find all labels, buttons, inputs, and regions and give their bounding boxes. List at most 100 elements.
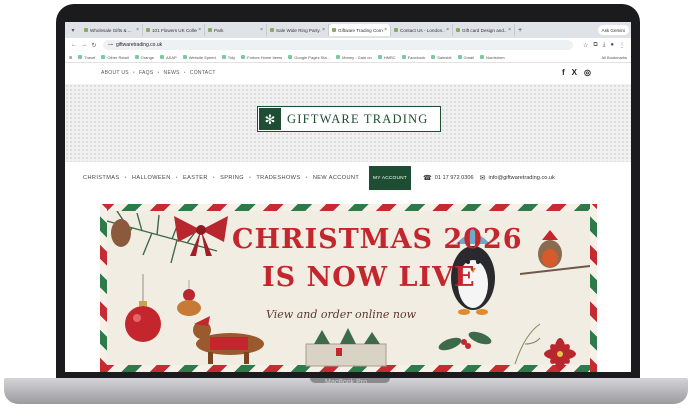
bookmark-item[interactable]: Money - Gain on (336, 55, 372, 60)
bookmark-favicon-icon (182, 55, 187, 59)
close-tab-icon[interactable]: × (136, 27, 139, 33)
tab-label: Gift card Design and... (462, 27, 508, 33)
top-link[interactable]: FAQS (139, 70, 154, 76)
bookmark-item[interactable]: Orange (134, 55, 154, 60)
main-nav: CHRISTMAS • HALLOWEEN • EASTER • SPRING • TRADES… (83, 175, 359, 181)
bookmark-item[interactable]: Forbes Home Items (241, 55, 282, 60)
browser-tab[interactable]: Wholesale Gifts & ... × (81, 24, 143, 36)
bookmark-favicon-icon (479, 55, 484, 59)
nav-item[interactable]: TRADESHOWS (256, 175, 300, 181)
browser-tab[interactable]: Giftware Trading Com × (329, 24, 391, 36)
bookmark-favicon-icon (160, 55, 165, 59)
nav-item[interactable]: SPRING (220, 175, 244, 181)
close-tab-icon[interactable]: × (322, 27, 325, 33)
bookmark-item[interactable]: Other Retail (101, 55, 129, 60)
tab-label: Wholesale Gifts & ... (90, 27, 132, 33)
logo-text: GIFTWARE TRADING (287, 111, 429, 126)
christmas-banner[interactable]: CHRISTMAS 2026 IS NOW LIVE View and orde… (100, 204, 597, 372)
separator: • (249, 175, 252, 181)
phone-number[interactable]: 01 17 972 0306 (435, 175, 474, 181)
tab-search-icon[interactable]: ▾ (68, 25, 78, 35)
bookmark-star-icon[interactable]: ☆ (583, 42, 588, 49)
top-link[interactable]: NEWS (164, 70, 180, 76)
bookmark-favicon-icon (336, 55, 341, 59)
bookmark-item[interactable]: Facebook (401, 55, 425, 60)
separator: • (212, 175, 216, 181)
close-tab-icon[interactable]: × (198, 27, 201, 33)
bookmark-label: ASAP (166, 54, 177, 60)
nav-item[interactable]: EASTER (183, 175, 208, 181)
new-tab-button[interactable]: + (518, 27, 522, 34)
browser-tab[interactable]: Contact Us - London... × (391, 24, 453, 36)
forward-icon[interactable]: → (79, 42, 89, 48)
bookmark-favicon-icon (457, 55, 462, 59)
nav-item[interactable]: CHRISTMAS (83, 175, 120, 181)
close-tab-icon[interactable]: × (260, 27, 263, 33)
profile-icon[interactable]: ● (610, 42, 614, 49)
bookmark-item[interactable]: Travel (78, 55, 95, 60)
bookmark-item[interactable]: Website Speed (182, 54, 216, 60)
bookmark-item[interactable]: ASAP (160, 55, 177, 60)
separator: • (157, 70, 160, 76)
email-address[interactable]: info@giftwaretrading.co.uk (489, 175, 555, 181)
my-account-button[interactable]: MY ACCOUNT (369, 166, 411, 190)
back-icon[interactable]: ← (69, 42, 79, 48)
bookmark-item[interactable]: Salesbit (431, 55, 452, 60)
bookmark-favicon-icon (241, 55, 246, 59)
bookmark-label: Nordstrom (485, 54, 505, 60)
site-info-icon[interactable]: ⊶ (108, 42, 113, 48)
bookmark-item[interactable]: Gmail (457, 55, 474, 60)
x-icon[interactable]: X (572, 68, 577, 77)
site-top-bar: ABOUT US • FAQS • NEWS • CONTACT f X ◎ (65, 64, 631, 84)
bookmark-label: Money - Gain on (342, 54, 372, 60)
address-bar[interactable]: ⊶ giftwaretrading.co.uk (103, 40, 573, 50)
reindeer-ornament-icon (177, 280, 201, 316)
download-icon[interactable]: ⤓ (603, 42, 606, 49)
favicon-icon (270, 28, 274, 32)
laptop-screen: ▾ Wholesale Gifts & ... × 101 Flowers UK C… (65, 22, 631, 372)
ask-gemini-button[interactable]: Ask Gemini (597, 25, 629, 35)
reload-icon[interactable]: ↻ (89, 42, 99, 49)
bookmark-label: Travel (84, 54, 96, 60)
dachshund-icon (193, 316, 264, 364)
browser-tab[interactable]: Gift card Design and... × (453, 24, 515, 36)
bookmark-favicon-icon (401, 55, 406, 59)
favicon-icon (208, 28, 212, 32)
browser-tab[interactable]: Park × (205, 24, 267, 36)
bookmark-favicon-icon (431, 55, 436, 59)
browser-toolbar: ← → ↻ ⊶ giftwaretrading.co.uk ☆ ⧉ ⤓ ● ⋮ (65, 38, 631, 52)
facebook-icon[interactable]: f (562, 68, 565, 77)
tab-label: Contact Us - London... (400, 27, 446, 33)
bookmark-label: HMRC (383, 54, 396, 60)
close-tab-icon[interactable]: × (508, 27, 511, 33)
bookmark-favicon-icon (221, 55, 226, 59)
browser-tab[interactable]: 101 Flowers UK Collections× (143, 24, 205, 36)
separator: • (183, 70, 186, 76)
menu-icon[interactable]: ⋮ (619, 42, 625, 49)
apps-icon[interactable]: ⊞ (69, 55, 72, 60)
close-tab-icon[interactable]: × (384, 27, 387, 33)
bookmark-label: Website Speed (188, 54, 216, 60)
all-bookmarks-button[interactable]: All Bookmarks (601, 55, 631, 60)
contact-info: ☎ 01 17 972 0306 ✉ info@giftwaretrading.… (423, 174, 555, 182)
bookmark-label: Tidy (227, 54, 236, 60)
bookmark-item[interactable]: Nordstrom (479, 54, 505, 60)
nav-item[interactable]: HALLOWEEN (132, 175, 171, 181)
bookmark-item[interactable]: Tidy (221, 54, 236, 60)
browser-tab[interactable]: Sale Wide Ring Party... × (267, 24, 329, 36)
close-tab-icon[interactable]: × (446, 27, 449, 33)
top-link[interactable]: ABOUT US (101, 70, 129, 76)
bauble-icon (125, 274, 161, 342)
top-link[interactable]: CONTACT (190, 70, 216, 76)
bookmark-favicon-icon (377, 55, 382, 59)
tab-label: Park (214, 27, 224, 33)
extensions-icon[interactable]: ⧉ (593, 42, 597, 49)
nav-item[interactable]: NEW ACCOUNT (313, 175, 359, 181)
site-logo[interactable]: ✻ GIFTWARE TRADING (257, 106, 441, 132)
favicon-icon (84, 28, 88, 32)
bookmark-item[interactable]: Google Pages Sta... (288, 55, 330, 60)
bookmark-item[interactable]: HMRC (377, 54, 396, 60)
laptop-mockup: MacBook Pro ▾ Wholesale Gifts & ... × 101 … (0, 0, 692, 418)
favicon-icon (456, 28, 460, 32)
instagram-icon[interactable]: ◎ (584, 68, 591, 77)
